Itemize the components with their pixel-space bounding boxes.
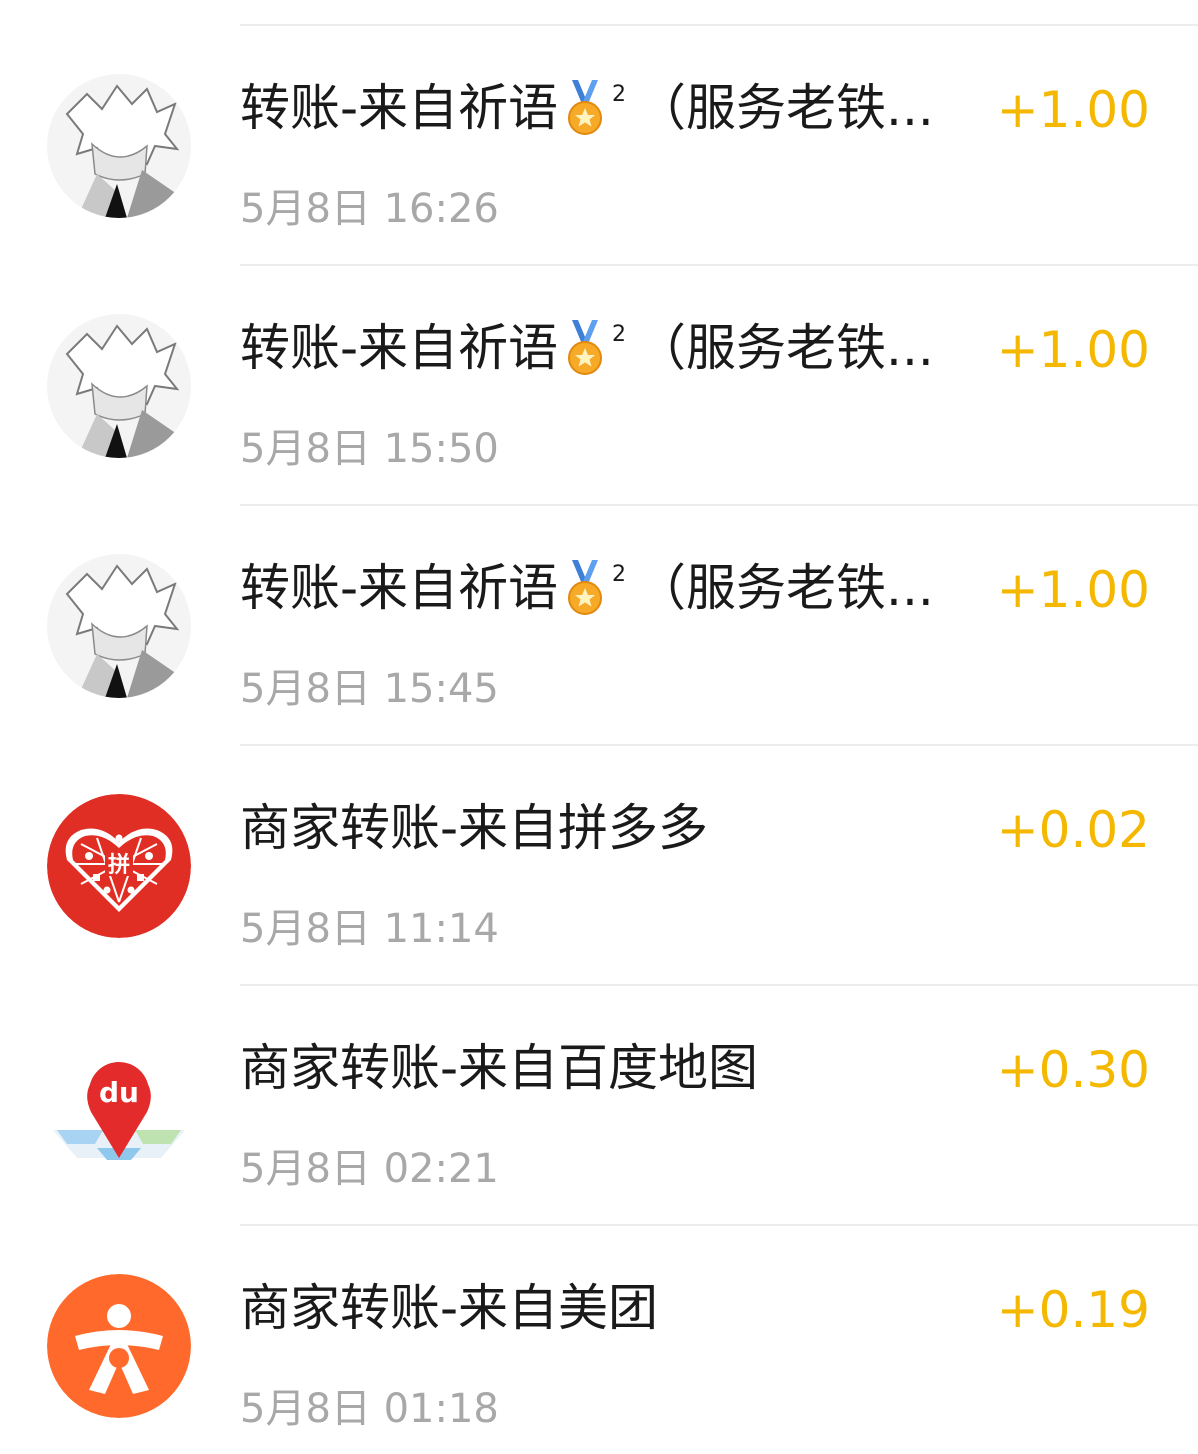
medal-icon <box>562 558 608 618</box>
transaction-row[interactable]: 转账-来自祈语 2 （服务老铁... 5月8日 15:45 +1.00 <box>0 506 1198 746</box>
svg-text:du: du <box>99 1076 139 1109</box>
transaction-amount: +1.00 <box>996 561 1150 619</box>
medal-icon <box>562 318 608 378</box>
transaction-time: 5月8日 15:50 <box>240 426 499 472</box>
transaction-list: 转账-来自祈语 2 （服务老铁... 5月8日 16:26 +1.00 转账-来… <box>0 0 1198 1454</box>
medal-icon <box>562 78 608 138</box>
transaction-title: 商家转账-来自美团 <box>240 1279 659 1337</box>
badge-level: 2 <box>612 82 627 107</box>
transaction-title: 商家转账-来自拼多多 <box>240 799 709 857</box>
transaction-title: 转账-来自祈语 2 （服务老铁... <box>240 556 934 620</box>
transaction-amount: +1.00 <box>996 81 1150 139</box>
transaction-amount: +0.19 <box>996 1281 1150 1339</box>
anime-avatar-icon <box>47 74 191 218</box>
badge-level: 2 <box>612 562 627 587</box>
transaction-time: 5月8日 01:18 <box>240 1386 499 1432</box>
transaction-title: 转账-来自祈语 2 （服务老铁... <box>240 316 934 380</box>
transaction-row[interactable]: 拼 商家转账-来自拼多多 5月8日 11:14 +0.02 <box>0 746 1198 986</box>
anime-avatar-icon <box>47 554 191 698</box>
transaction-row[interactable]: 商家转账-来自美团 5月8日 01:18 +0.19 <box>0 1226 1198 1454</box>
transaction-title: 商家转账-来自百度地图 <box>240 1039 759 1097</box>
pinduoduo-logo-icon: 拼 <box>47 794 191 938</box>
transaction-title-text: 转账-来自祈语 <box>240 79 559 137</box>
svg-text:拼: 拼 <box>108 852 130 878</box>
transaction-title-suffix: （服务老铁... <box>636 79 934 137</box>
transaction-amount: +1.00 <box>996 321 1150 379</box>
transaction-time: 5月8日 02:21 <box>240 1146 499 1192</box>
transaction-title-suffix: （服务老铁... <box>636 319 934 377</box>
transaction-amount: +0.02 <box>996 801 1150 859</box>
transaction-time: 5月8日 11:14 <box>240 906 499 952</box>
transaction-amount: +0.30 <box>996 1041 1150 1099</box>
anime-avatar-icon <box>47 314 191 458</box>
transaction-title-suffix: （服务老铁... <box>636 559 934 617</box>
transaction-title-text: 转账-来自祈语 <box>240 559 559 617</box>
meituan-logo-icon <box>47 1274 191 1418</box>
transaction-title: 转账-来自祈语 2 （服务老铁... <box>240 76 934 140</box>
badge-level: 2 <box>612 322 627 347</box>
transaction-row[interactable]: du 商家转账-来自百度地图 5月8日 02:21 +0.30 <box>0 986 1198 1226</box>
transaction-row[interactable]: 转账-来自祈语 2 （服务老铁... 5月8日 15:50 +1.00 <box>0 266 1198 506</box>
transaction-time: 5月8日 16:26 <box>240 186 499 232</box>
transaction-row[interactable]: 转账-来自祈语 2 （服务老铁... 5月8日 16:26 +1.00 <box>0 26 1198 266</box>
transaction-title-text: 转账-来自祈语 <box>240 319 559 377</box>
transaction-time: 5月8日 15:45 <box>240 666 499 712</box>
baidu-map-logo-icon: du <box>47 1034 191 1178</box>
